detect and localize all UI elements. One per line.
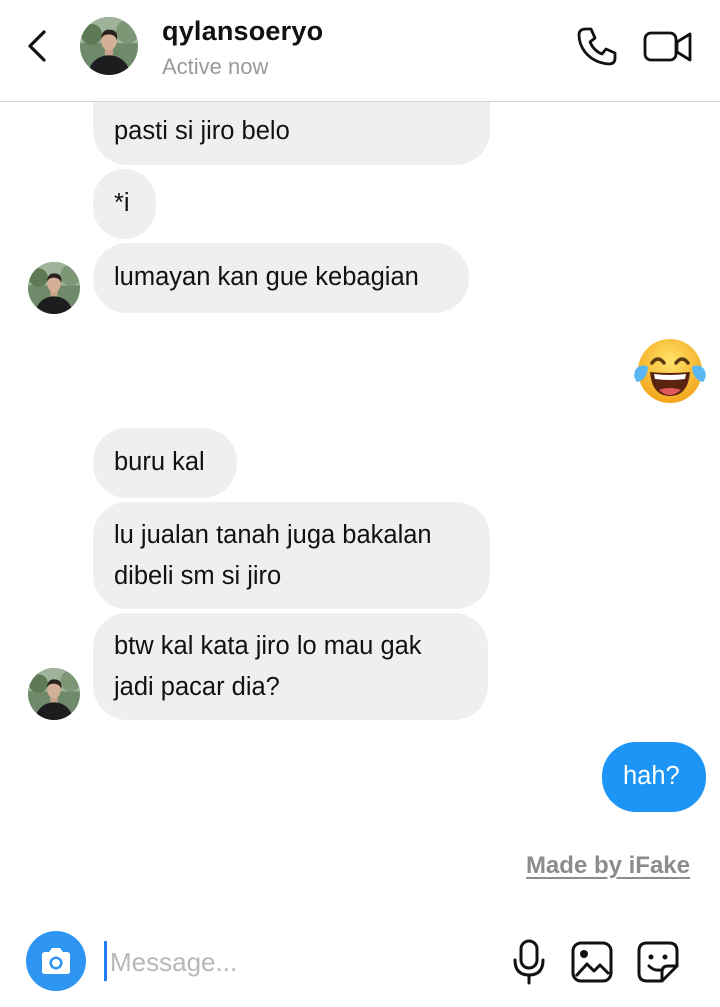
camera-icon bbox=[42, 948, 70, 974]
gallery-button[interactable] bbox=[570, 940, 614, 984]
phone-icon bbox=[577, 27, 617, 66]
voice-message-button[interactable] bbox=[508, 938, 550, 986]
avatar[interactable] bbox=[80, 17, 138, 75]
text-cursor bbox=[104, 941, 107, 981]
chevron-left-icon bbox=[28, 30, 46, 62]
active-status: Active now bbox=[162, 54, 269, 79]
microphone-icon bbox=[513, 939, 545, 985]
sender-avatar[interactable] bbox=[28, 668, 80, 720]
sticker-icon bbox=[637, 941, 679, 983]
message-bubble-incoming[interactable]: buru kal bbox=[93, 428, 237, 498]
gallery-icon bbox=[571, 941, 613, 983]
back-button[interactable] bbox=[22, 28, 52, 64]
message-bubble-outgoing[interactable]: hah? bbox=[602, 742, 706, 812]
chat-header: qylansoeryo Active now bbox=[0, 0, 720, 102]
message-text: buru kal bbox=[114, 448, 205, 476]
sticker-button[interactable] bbox=[636, 940, 680, 984]
contact-username[interactable]: qylansoeryo bbox=[162, 16, 323, 47]
message-bubble-incoming[interactable]: lu jualan tanah juga bakalan dibeli sm s… bbox=[93, 502, 490, 609]
message-input[interactable] bbox=[110, 938, 490, 986]
message-bubble-incoming[interactable]: lumayan kan gue kebagian bbox=[93, 243, 469, 313]
sender-avatar[interactable] bbox=[28, 262, 80, 314]
message-text: dibeli sm si jiro bbox=[114, 562, 282, 590]
message-bubble-incoming[interactable]: btw kal kata jiro lo mau gak jadi pacar … bbox=[93, 613, 488, 720]
video-camera-icon bbox=[643, 31, 692, 62]
watermark-link[interactable]: Made by iFake bbox=[526, 852, 690, 880]
message-text: jadi pacar dia? bbox=[114, 673, 280, 701]
voice-call-button[interactable] bbox=[574, 24, 620, 70]
message-text: lumayan kan gue kebagian bbox=[114, 263, 419, 291]
message-bubble-incoming[interactable]: *i bbox=[93, 169, 156, 239]
message-text: *i bbox=[114, 189, 130, 217]
camera-button[interactable] bbox=[26, 931, 86, 991]
message-text: lu jualan tanah juga bakalan bbox=[114, 521, 432, 549]
video-call-button[interactable] bbox=[642, 24, 694, 70]
message-text: pasti si jiro belo bbox=[114, 117, 290, 145]
message-text: hah? bbox=[623, 762, 680, 790]
face-with-tears-of-joy-emoji[interactable] bbox=[633, 336, 707, 406]
message-text: btw kal kata jiro lo mau gak bbox=[114, 632, 422, 660]
